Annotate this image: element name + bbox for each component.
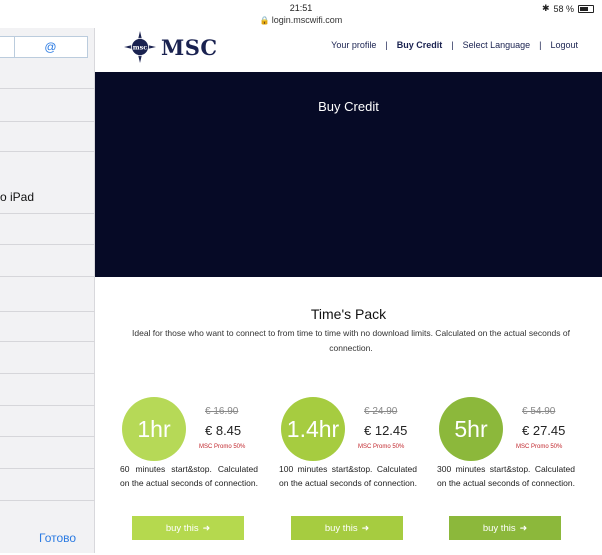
compass-rose-icon: msc: [124, 31, 156, 63]
new-price: € 27.45: [522, 423, 566, 438]
buy-button[interactable]: buy this ➜: [291, 516, 403, 540]
pack-card-5hr: 5hr € 54.90 € 27.45 MSC Promo 50% 300 mi…: [437, 395, 577, 555]
nav-separator: |: [539, 40, 542, 50]
left-panel: @ o iPad: [0, 28, 95, 553]
divider: [0, 213, 95, 214]
arrow-right-icon: ➜: [202, 522, 211, 533]
old-price: € 24.90: [364, 406, 398, 417]
divider: [0, 88, 95, 89]
divider: [0, 405, 95, 406]
divider: [0, 244, 95, 245]
arrow-right-icon: ➜: [361, 522, 370, 533]
battery-icon: [578, 4, 594, 13]
buy-button-label: buy this: [482, 522, 516, 534]
nav-separator: |: [451, 40, 454, 50]
promo-label: MSC Promo 50%: [516, 444, 563, 450]
old-price: € 54.90: [522, 406, 556, 417]
pack-card-1hr: 1hr € 16.90 € 8.45 MSC Promo 50% 60 minu…: [120, 395, 260, 555]
pack-card-1-4hr: 1.4hr € 24.90 € 12.45 MSC Promo 50% 100 …: [279, 395, 419, 555]
nav-separator: |: [385, 40, 388, 50]
duration-badge: 1.4hr: [281, 397, 345, 461]
buy-button-label: buy this: [165, 522, 199, 534]
at-symbol-key[interactable]: @: [0, 36, 88, 58]
nav-select-language[interactable]: Select Language: [463, 40, 531, 50]
divider: [0, 500, 95, 501]
new-price: € 12.45: [364, 423, 408, 438]
divider: [0, 121, 95, 122]
hero-title: Buy Credit: [318, 99, 379, 114]
card-description: 60 minutes start&stop. Calculated on the…: [120, 464, 258, 488]
divider: [0, 373, 95, 374]
arrow-right-icon: ➜: [519, 522, 528, 533]
nav-logout[interactable]: Logout: [550, 40, 578, 50]
status-time: 21:51: [289, 3, 313, 13]
buy-button-label: buy this: [324, 522, 358, 534]
card-description: 300 minutes start&stop. Calculated on th…: [437, 464, 575, 488]
divider: [0, 468, 95, 469]
status-indicators: ✱ 58 %: [542, 3, 594, 14]
site-header: msc MSC Your profile | Buy Credit | Sele…: [95, 28, 602, 72]
pack-description: Ideal for those who want to connect to f…: [132, 328, 570, 353]
lock-icon: 🔒: [259, 16, 270, 25]
divider: [0, 151, 95, 152]
promo-label: MSC Promo 50%: [358, 444, 405, 450]
status-bar: 21:51 🔒 login.mscwifi.com ✱ 58 %: [0, 0, 602, 28]
msc-logo[interactable]: msc MSC: [123, 30, 218, 64]
address-bar[interactable]: 🔒 login.mscwifi.com: [0, 15, 602, 25]
divider: [0, 341, 95, 342]
nav-your-profile[interactable]: Your profile: [331, 40, 376, 50]
battery-percent: 58 %: [553, 3, 574, 14]
pack-title: Time's Pack: [310, 306, 387, 322]
old-price: € 16.90: [205, 406, 239, 417]
logo-mark-text: msc: [133, 44, 148, 52]
hero-banner: Buy Credit: [95, 72, 602, 277]
new-price: € 8.45: [205, 423, 242, 438]
card-description: 100 minutes start&stop. Calculated on th…: [279, 464, 417, 488]
buy-button[interactable]: buy this ➜: [132, 516, 244, 540]
duration-badge: 5hr: [439, 397, 503, 461]
done-button[interactable]: Готово: [39, 531, 76, 545]
nav-buy-credit[interactable]: Buy Credit: [397, 40, 443, 50]
url-text: login.mscwifi.com: [271, 15, 343, 25]
buy-button[interactable]: buy this ➜: [449, 516, 561, 540]
promo-label: MSC Promo 50%: [199, 444, 246, 450]
logo-text: MSC: [161, 34, 218, 60]
top-nav: Your profile | Buy Credit | Select Langu…: [331, 40, 578, 50]
divider: [0, 276, 95, 277]
list-item-ipad[interactable]: o iPad: [0, 190, 34, 204]
bluetooth-icon: ✱: [541, 3, 550, 13]
divider: [0, 436, 95, 437]
divider: [0, 311, 95, 312]
at-symbol: @: [44, 40, 57, 54]
duration-badge: 1hr: [122, 397, 186, 461]
